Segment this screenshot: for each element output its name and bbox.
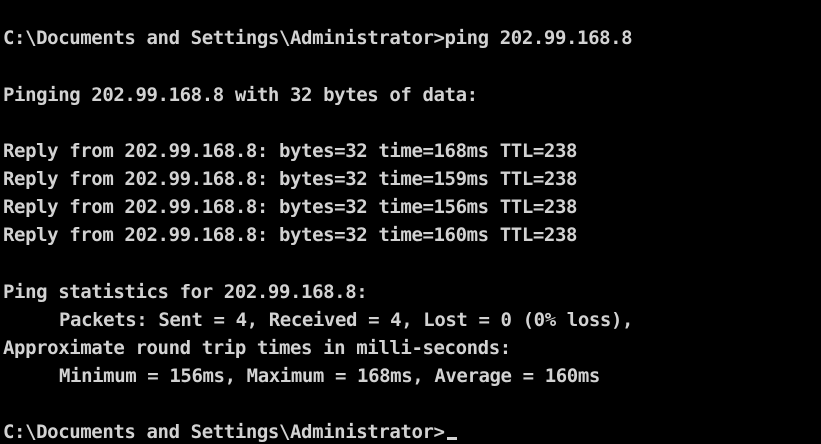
packets-line: Packets: Sent = 4, Received = 4, Lost = … xyxy=(59,309,634,331)
reply-line-1: Reply from 202.99.168.8: bytes=32 time=1… xyxy=(3,140,578,162)
prompt-line[interactable]: C:\Documents and Settings\Administrator> xyxy=(3,420,457,444)
reply-line-4: Reply from 202.99.168.8: bytes=32 time=1… xyxy=(3,224,578,246)
rtt-line: Minimum = 156ms, Maximum = 168ms, Averag… xyxy=(59,365,600,387)
reply-line-2: Reply from 202.99.168.8: bytes=32 time=1… xyxy=(3,168,578,190)
reply-line-3: Reply from 202.99.168.8: bytes=32 time=1… xyxy=(3,196,578,218)
command-prompt-output[interactable]: C:\Documents and Settings\Administrator>… xyxy=(0,0,821,444)
stats-header: Ping statistics for 202.99.168.8: xyxy=(3,281,368,303)
text-cursor xyxy=(446,437,457,440)
pinging-line: Pinging 202.99.168.8 with 32 bytes of da… xyxy=(3,84,478,106)
rtt-header: Approximate round trip times in milli-se… xyxy=(3,337,511,359)
prompt-text: C:\Documents and Settings\Administrator> xyxy=(3,421,445,443)
command-line: C:\Documents and Settings\Administrator>… xyxy=(3,27,633,49)
